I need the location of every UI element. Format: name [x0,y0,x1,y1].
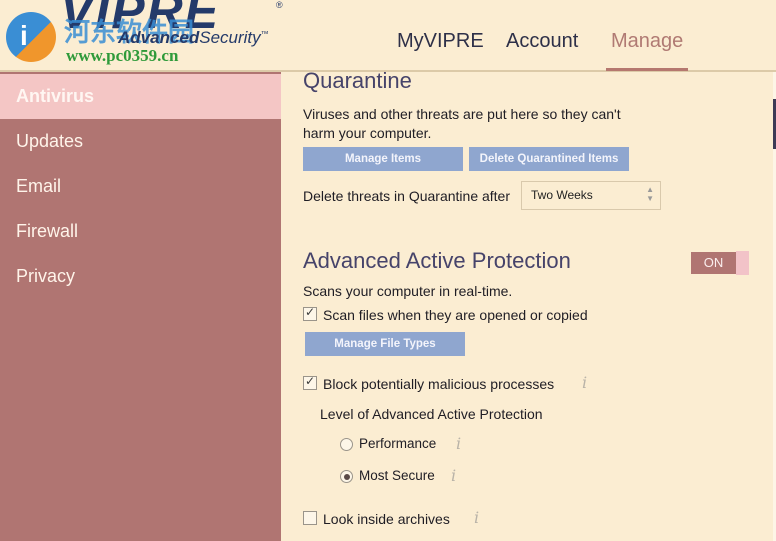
protection-title: Advanced Active Protection [303,248,571,273]
sidebar-item-antivirus[interactable]: Antivirus [0,74,281,119]
manage-items-button[interactable]: Manage Items [303,147,463,171]
sidebar-item-firewall[interactable]: Firewall [0,209,281,254]
quarantine-description-1: Viruses and other threats are put here s… [303,106,621,122]
protection-level-label: Level of Advanced Active Protection [320,406,543,422]
performance-radio[interactable] [340,438,353,451]
nav-account[interactable]: Account [506,30,578,53]
trademark-mark: ™ [260,29,269,39]
sidebar-item-label: Antivirus [16,86,95,106]
nav-manage[interactable]: Manage [611,30,683,53]
sidebar-item-updates[interactable]: Updates [0,119,281,164]
info-icon[interactable]: i [456,434,461,453]
watermark-url: www.pc0359.cn [66,46,179,65]
delete-after-select[interactable]: Two Weeks ▲ ▼ [521,181,661,210]
info-icon[interactable]: i [474,508,479,527]
sidebar-item-privacy[interactable]: Privacy [0,254,281,299]
nav-active-indicator [606,68,688,71]
performance-label: Performance [359,436,437,451]
quarantine-title: Quarantine [303,68,412,93]
delete-after-label: Delete threats in Quarantine after [303,188,511,204]
logo-subtitle: AdvancedSecurity™ [118,28,269,48]
app-header: i VIPRE ® 河东软件园 AdvancedSecurity™ www.pc… [0,0,776,70]
delete-quarantined-items-button[interactable]: Delete Quarantined Items [469,147,629,171]
most-secure-radio[interactable] [340,470,353,483]
info-icon[interactable]: i [451,466,456,485]
sidebar-item-label: Updates [16,131,84,151]
sidebar-item-label: Firewall [16,221,79,241]
check-icon: ✓ [305,305,316,319]
look-inside-archives-label: Look inside archives [323,511,450,527]
nav-myvipre[interactable]: MyVIPRE [397,30,484,53]
protection-description: Scans your computer in real-time. [303,283,513,299]
most-secure-label: Most Secure [359,468,435,483]
check-icon: ✓ [305,374,316,388]
sidebar-item-label: Privacy [16,266,76,286]
sidebar-item-label: Email [16,176,62,196]
toggle-label: ON [691,252,736,274]
toggle-knob[interactable] [736,251,749,275]
block-processes-label: Block potentially malicious processes [323,376,555,392]
registered-mark: ® [276,0,283,10]
sidebar: Antivirus Updates Email Firewall Privacy [0,72,281,541]
scan-files-checkbox[interactable]: ✓ [303,305,317,321]
info-icon[interactable]: i [582,373,587,392]
watermark-logo-icon: i [6,12,56,62]
block-processes-checkbox[interactable]: ✓ [303,374,317,390]
protection-toggle[interactable]: ON [691,251,749,275]
sidebar-item-email[interactable]: Email [0,164,281,209]
logo-subtitle-bold: Advanced [118,28,200,47]
manage-file-types-button[interactable]: Manage File Types [305,332,465,356]
quarantine-description-2: harm your computer. [303,125,432,141]
delete-after-value: Two Weeks [531,188,593,202]
select-arrows-icon: ▲ ▼ [646,185,654,203]
radio-selected-dot [343,473,350,480]
look-inside-archives-checkbox[interactable] [303,511,317,525]
scan-files-label: Scan files when they are opened or copie… [323,307,588,323]
logo-subtitle-text: Security [199,28,261,47]
